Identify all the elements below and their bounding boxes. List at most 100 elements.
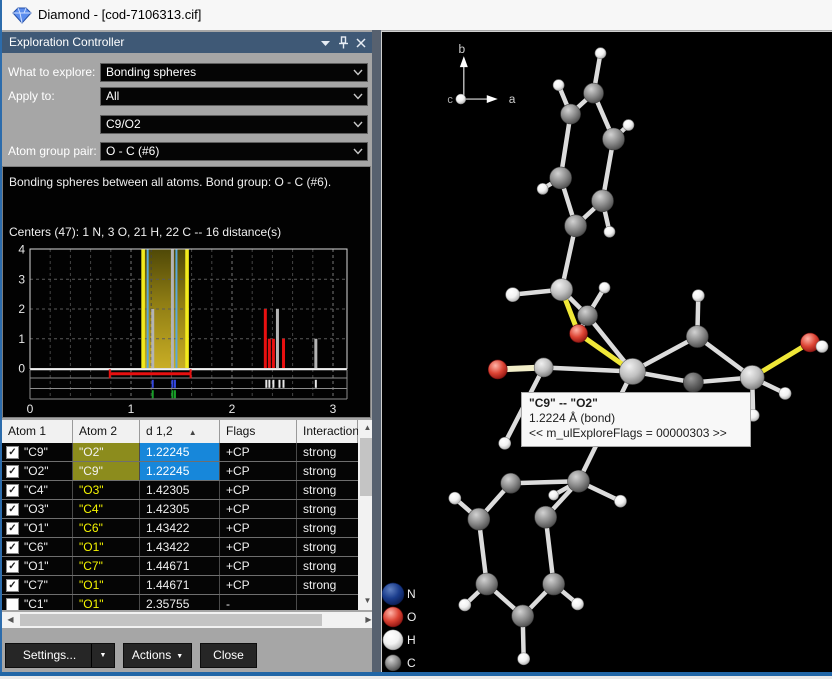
combo-apply-to[interactable]: All (100, 87, 368, 106)
row-checkbox[interactable] (6, 598, 19, 610)
row-checkbox[interactable]: ✓ (6, 579, 19, 592)
interaction-cell: strong (297, 519, 358, 537)
structure-viewer-pane[interactable]: bacNOHC "C9" -- "O2" 1.2224 Å (bond) << … (381, 31, 832, 672)
bond[interactable] (544, 367, 633, 371)
atom-c[interactable] (476, 573, 498, 595)
structure-viewer[interactable]: bacNOHC (382, 32, 832, 672)
atom-c[interactable] (584, 83, 604, 103)
table-row[interactable]: ✓"C4""O3"1.42305+CPstrong (2, 481, 358, 500)
atom-c[interactable] (535, 506, 557, 528)
atom-c[interactable] (501, 473, 521, 493)
row-checkbox[interactable]: ✓ (6, 465, 19, 478)
atom-h[interactable] (518, 653, 530, 665)
table-horizontal-scrollbar[interactable]: ◀ ▶ (2, 612, 377, 628)
atom-c[interactable] (561, 104, 581, 124)
interaction-cell: strong (297, 557, 358, 575)
actions-button[interactable]: Actions▼ (123, 643, 192, 668)
window-title: Diamond - [cod-7106313.cif] (38, 0, 201, 30)
legend-label-h: H (407, 633, 416, 647)
atom-c[interactable] (550, 167, 572, 189)
atom-c[interactable] (592, 190, 614, 212)
table-row[interactable]: ✓"O2""C9"1.22245+CPstrong (2, 462, 358, 481)
atom2-cell: "C4" (73, 500, 140, 518)
atom-o[interactable] (488, 360, 507, 379)
atom-h[interactable] (604, 226, 615, 237)
element-legend: NOHC (382, 583, 416, 671)
settings-split-caret[interactable]: ▼ (91, 644, 114, 667)
atom2-cell: "O1" (73, 595, 140, 610)
atom-c[interactable] (568, 470, 590, 492)
column-header-atom-1[interactable]: Atom 1 (2, 420, 73, 443)
combo-atom-group-pair[interactable]: O - C (#6) (100, 142, 368, 161)
atom-l[interactable] (619, 358, 645, 384)
table-row[interactable]: ✓"C7""O1"1.44671+CPstrong (2, 576, 358, 595)
legend-sphere-c (385, 655, 401, 671)
distance-cell: 1.42305 (140, 481, 220, 499)
row-checkbox[interactable]: ✓ (6, 522, 19, 535)
atom-l[interactable] (740, 365, 764, 389)
table-row[interactable]: ✓"O1""C6"1.43422+CPstrong (2, 519, 358, 538)
atom-h[interactable] (459, 599, 471, 611)
atom-l[interactable] (551, 279, 573, 301)
svg-text:2: 2 (18, 302, 25, 316)
axis-label-b: b (458, 42, 465, 56)
column-header-d-1-2[interactable]: d 1,2▲ (140, 420, 220, 443)
atom-c[interactable] (578, 306, 598, 326)
row-checkbox[interactable]: ✓ (6, 503, 19, 516)
atom-h[interactable] (779, 387, 791, 399)
close-icon[interactable] (356, 38, 366, 48)
combo-value-what-to-explore: Bonding spheres (106, 64, 196, 81)
atom-c[interactable] (512, 605, 534, 627)
field-row-what-to-explore: What to explore:Bonding spheres (2, 63, 372, 82)
hscroll-thumb[interactable] (20, 614, 322, 626)
atom-h[interactable] (623, 120, 634, 131)
column-header-flags[interactable]: Flags (220, 420, 297, 443)
atom-o[interactable] (570, 325, 588, 343)
atom-h[interactable] (816, 341, 828, 353)
settings-button[interactable]: Settings... ▼ (5, 643, 115, 668)
column-header-atom-2[interactable]: Atom 2 (73, 420, 140, 443)
atom-h[interactable] (549, 490, 559, 500)
atom-c[interactable] (603, 128, 625, 150)
atom2-cell: "O1" (73, 538, 140, 556)
table-row[interactable]: ✓"O3""C4"1.42305+CPstrong (2, 500, 358, 519)
atom-h[interactable] (692, 290, 704, 302)
table-row[interactable]: ✓"C9""O2"1.22245+CPstrong (2, 443, 358, 462)
atom2-cell: "O3" (73, 481, 140, 499)
atom-h[interactable] (614, 495, 626, 507)
combo-atom-pair[interactable]: C9/O2 (100, 115, 368, 134)
close-button[interactable]: Close (200, 643, 257, 668)
atom-c[interactable] (686, 326, 708, 348)
atom-h[interactable] (553, 80, 564, 91)
atom-c[interactable] (543, 573, 565, 595)
atom-h[interactable] (537, 183, 548, 194)
panel-splitter[interactable] (372, 30, 381, 672)
row-checkbox[interactable]: ✓ (6, 560, 19, 573)
pin-icon[interactable] (338, 36, 349, 49)
column-header-interaction[interactable]: Interaction (297, 420, 358, 443)
panel-menu-chevron-icon[interactable] (320, 39, 331, 47)
table-row[interactable]: "C1""O1"2.35755- (2, 595, 358, 610)
atom-h[interactable] (599, 282, 610, 293)
distance-cell: 1.22245 (140, 443, 220, 461)
scroll-left-button[interactable]: ◀ (2, 612, 19, 628)
atom-l[interactable] (534, 358, 553, 377)
svg-text:3: 3 (330, 402, 337, 416)
svg-text:2: 2 (229, 402, 236, 416)
atom-h[interactable] (449, 492, 461, 504)
flags-cell: +CP (220, 462, 297, 480)
row-checkbox[interactable]: ✓ (6, 446, 19, 459)
combo-what-to-explore[interactable]: Bonding spheres (100, 63, 368, 82)
atom-h[interactable] (572, 598, 584, 610)
distance-histogram[interactable]: 432100123 (3, 167, 372, 419)
atom-h[interactable] (499, 437, 511, 449)
atom-h[interactable] (506, 288, 520, 302)
atom-c[interactable] (565, 215, 587, 237)
table-row[interactable]: ✓"C6""O1"1.43422+CPstrong (2, 538, 358, 557)
atom-d[interactable] (683, 372, 703, 392)
atom-h[interactable] (595, 48, 606, 59)
row-checkbox[interactable]: ✓ (6, 484, 19, 497)
atom-c[interactable] (468, 508, 490, 530)
table-row[interactable]: ✓"O1""C7"1.44671+CPstrong (2, 557, 358, 576)
row-checkbox[interactable]: ✓ (6, 541, 19, 554)
